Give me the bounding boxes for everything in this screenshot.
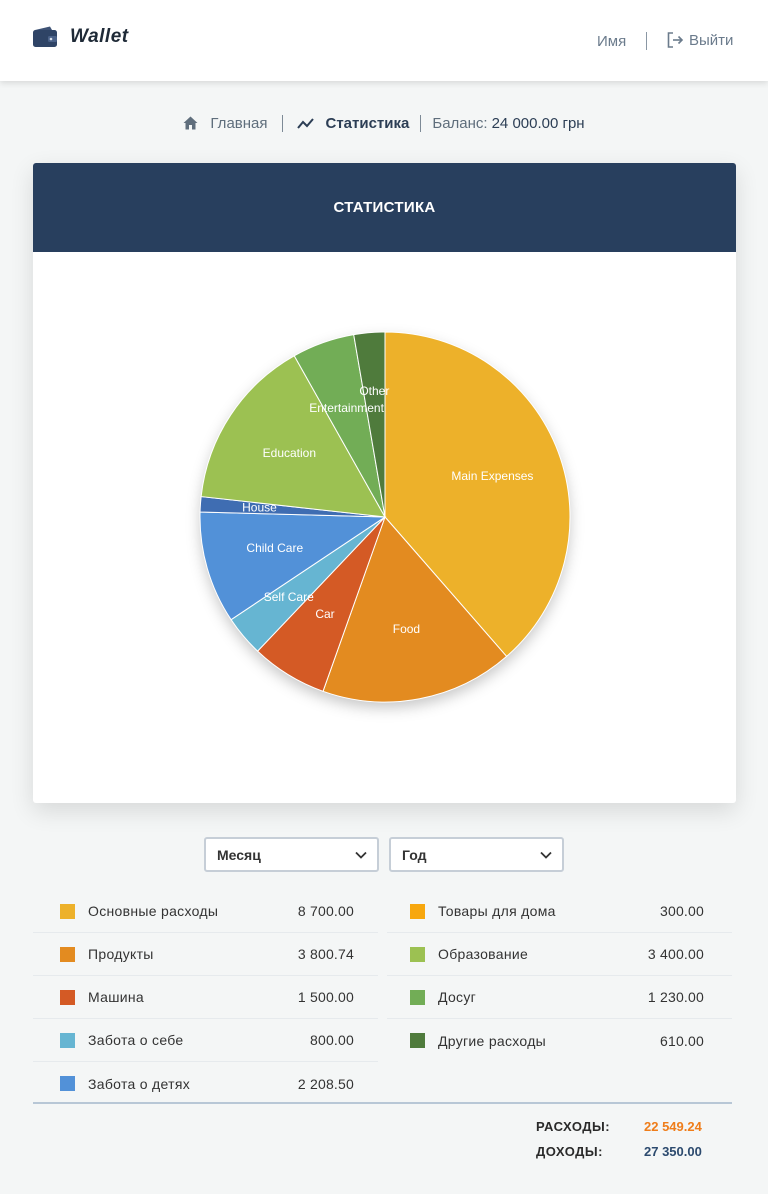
legend-row: Продукты 3 800.74	[33, 933, 378, 976]
user-name: Имя	[597, 33, 627, 50]
legend-amount: 610.00	[659, 1032, 704, 1049]
logout-label: Выйти	[689, 31, 734, 49]
wallet-icon	[33, 26, 57, 47]
legend-left: Основные расходы 8 700.00 Продукты 3 800…	[33, 890, 378, 1105]
month-select-value: Месяц	[217, 846, 261, 863]
legend-label: Забота о себе	[88, 1032, 184, 1048]
legend-amount: 2 208.50	[297, 1075, 354, 1092]
logo[interactable]: Wallet	[32, 26, 129, 48]
legend-amount: 3 800.74	[297, 946, 354, 962]
legend-swatch	[60, 946, 75, 962]
legend-swatch	[60, 903, 75, 919]
legend-swatch	[60, 989, 75, 1005]
legend-label: Основные расходы	[88, 903, 219, 919]
year-select-value: Год	[402, 846, 427, 863]
legend-amount: 8 700.00	[297, 903, 354, 919]
legend-label: Продукты	[88, 946, 154, 962]
balance-value: 24 000.00 грн	[491, 114, 585, 132]
top-header: Wallet Имя Выйти	[0, 0, 768, 81]
breadcrumb: Главная Статистика Баланс: 24 000.00 грн	[0, 113, 768, 133]
period-filters: Месяц Год	[204, 837, 574, 872]
legend-amount: 800.00	[309, 1032, 354, 1048]
legend-row: Основные расходы 8 700.00	[33, 890, 378, 933]
pie-label-main-expenses: Main Expenses	[451, 469, 533, 483]
pie-label-other: Other	[359, 384, 389, 398]
logout-button[interactable]: Выйти	[666, 31, 733, 49]
pie-chart: Main Expenses Food CarSelf Care Child Care H…	[199, 331, 571, 703]
breadcrumb-divider	[281, 114, 283, 132]
pie-label-education: Education	[263, 446, 316, 460]
legend-row: Машина 1 500.00	[33, 976, 378, 1019]
legend-right: Товары для дома 300.00 Образование 3 400…	[387, 890, 732, 1062]
statistics-card: СТАТИСТИКА Main Expenses Food Car Self Care…	[33, 163, 736, 803]
legend-label: Другие расходы	[438, 1032, 547, 1049]
breadcrumb-divider	[420, 114, 422, 132]
legend-label: Товары для дома	[438, 903, 556, 919]
pie-label-entertainment: Entertainment	[309, 401, 384, 415]
statistics-label: Статистика	[325, 114, 410, 132]
legend-row: Забота о себе 800.00	[33, 1019, 378, 1062]
legend-amount: 300.00	[659, 903, 704, 919]
expenses-label: РАСХОДЫ:	[536, 1119, 611, 1134]
home-icon	[183, 116, 198, 130]
balance-info: Баланс: 24 000.00 грн	[432, 115, 584, 132]
pie-label-car: Car	[315, 607, 334, 621]
legend-swatch	[60, 1076, 75, 1091]
breadcrumb-home[interactable]: Главная	[183, 114, 268, 132]
legend-label: Досуг	[438, 989, 477, 1005]
logout-icon	[667, 32, 684, 48]
trend-icon	[296, 117, 314, 129]
pie-label-food: Food	[393, 622, 420, 636]
legend-amount: 1 500.00	[297, 989, 354, 1005]
legend-row: Досуг 1 230.00	[387, 976, 732, 1019]
header-divider	[646, 32, 647, 50]
pie-label-self-care: Self Care	[264, 590, 314, 604]
month-select[interactable]: Месяц	[204, 837, 379, 872]
income-value: 27 350.00	[644, 1144, 702, 1159]
legend-label: Образование	[438, 946, 529, 962]
legend-row: Товары для дома 300.00	[387, 890, 732, 933]
chevron-down-icon	[355, 851, 367, 859]
legend-row: Забота о детях 2 208.50	[33, 1062, 378, 1105]
legend-swatch	[410, 946, 425, 962]
chevron-down-icon	[540, 851, 552, 859]
legend-swatch	[60, 1032, 75, 1048]
legend-label: Машина	[88, 989, 144, 1005]
income-label: ДОХОДЫ:	[536, 1144, 603, 1159]
legend-row: Другие расходы 610.00	[387, 1019, 732, 1062]
legend-row: Образование 3 400.00	[387, 933, 732, 976]
legend-amount: 1 230.00	[647, 989, 704, 1005]
card-header: СТАТИСТИКА	[33, 163, 736, 252]
totals-divider	[33, 1102, 732, 1104]
balance-label: Баланс:	[432, 114, 488, 132]
expenses-value: 22 549.24	[644, 1119, 702, 1134]
home-label: Главная	[210, 114, 268, 132]
pie-label-child-care: Child Care	[246, 541, 303, 555]
legend-swatch	[410, 1033, 425, 1048]
year-select[interactable]: Год	[389, 837, 564, 872]
breadcrumb-statistics[interactable]: Статистика	[296, 114, 410, 132]
card-title: СТАТИСТИКА	[333, 199, 436, 216]
legend-amount: 3 400.00	[647, 946, 704, 962]
legend-swatch	[410, 903, 425, 919]
pie-label-house: House	[242, 501, 277, 515]
legend-label: Забота о детях	[88, 1075, 191, 1092]
app-title: Wallet	[70, 26, 129, 47]
legend-swatch	[410, 989, 425, 1005]
